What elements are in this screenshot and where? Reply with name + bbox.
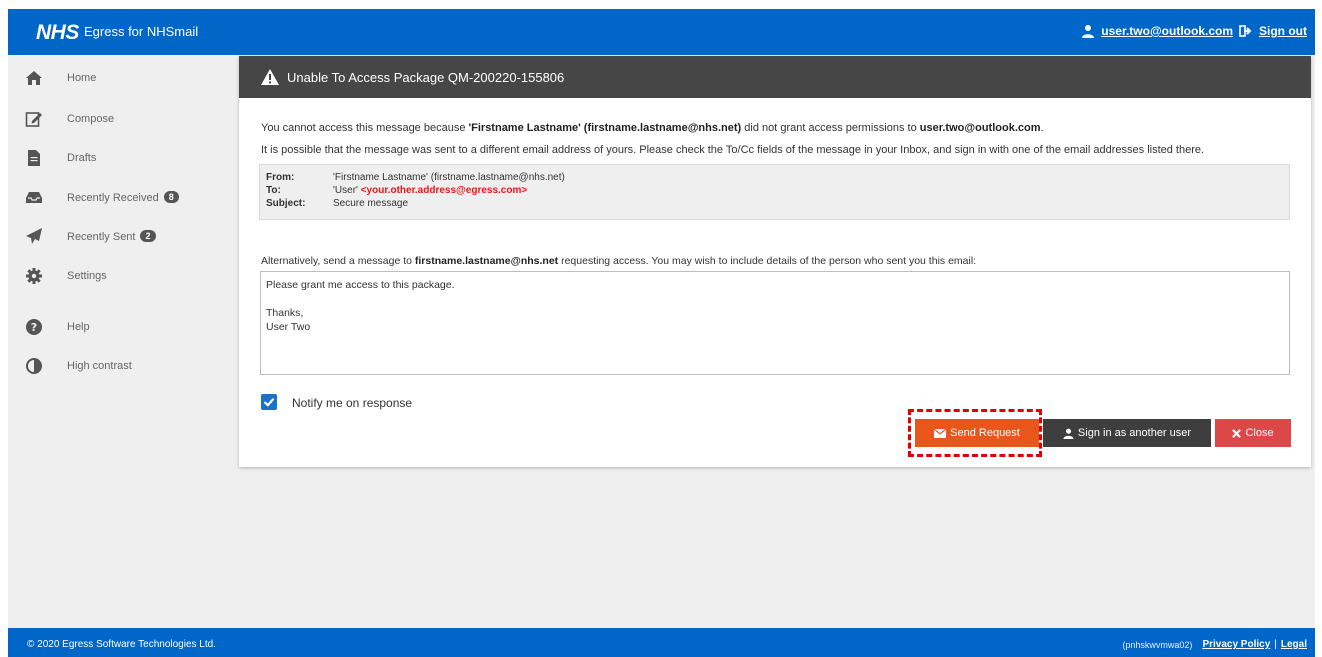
sidebar-item-label: Compose (67, 113, 115, 125)
app-title: Egress for NHSmail (84, 24, 199, 39)
sign-out-link[interactable]: Sign out (1259, 24, 1307, 38)
privacy-policy-link[interactable]: Privacy Policy (1202, 639, 1270, 650)
close-label: Close (1245, 427, 1274, 439)
sidebar-item-recently-sent[interactable]: Recently Sent 2 (8, 223, 240, 249)
sidebar-item-label: Drafts (67, 152, 97, 164)
p3-text: Alternatively, send a message to (261, 255, 415, 267)
checkmark-icon (263, 398, 275, 407)
sign-in-another-user-button[interactable]: Sign in as another user (1043, 419, 1211, 447)
svg-text:?: ? (31, 321, 37, 334)
sidebar-item-high-contrast[interactable]: High contrast (8, 353, 240, 379)
top-bar: NHS Egress for NHSmail user.two@outlook.… (8, 9, 1315, 55)
sidebar-item-label: Settings (67, 270, 107, 282)
sign-out-icon (1239, 25, 1252, 37)
drafts-icon (28, 150, 40, 166)
current-user-email: user.two@outlook.com (919, 122, 1041, 134)
user-email-link[interactable]: user.two@outlook.com (1101, 24, 1233, 38)
inbox-icon (26, 192, 42, 203)
footer: © 2020 Egress Software Technologies Ltd.… (8, 628, 1315, 657)
p1-text-mid: did not grant access permissions to (741, 122, 920, 134)
app-shell: NHS Egress for NHSmail user.two@outlook.… (8, 9, 1315, 657)
close-icon (1232, 428, 1242, 438)
sent-count-badge: 2 (140, 230, 156, 242)
recently-sent-label: Recently Sent (67, 231, 136, 243)
recently-received-label: Recently Received (67, 192, 159, 204)
notify-label[interactable]: Notify me on response (292, 396, 412, 410)
sidebar-item-label: Recently Received 8 (67, 191, 179, 204)
help-icon: ? (26, 319, 42, 335)
envelope-icon (934, 428, 947, 438)
nhs-logo: NHS (36, 21, 79, 44)
from-label: From: (266, 172, 295, 183)
p1-text: You cannot access this message because (261, 122, 469, 134)
message-details: From: 'Firstname Lastname' (firstname.la… (259, 164, 1290, 220)
p1-text-end: . (1040, 122, 1044, 134)
p3-text-post: requesting access. You may wish to inclu… (558, 255, 977, 267)
notify-checkbox[interactable] (261, 394, 277, 410)
sign-in-another-user-label: Sign in as another user (1077, 427, 1192, 439)
access-dialog: Unable To Access Package QM-200220-15580… (239, 56, 1311, 467)
footer-separator: | (1274, 639, 1277, 650)
to-name: 'User' (333, 185, 361, 196)
sidebar-item-label: Home (67, 72, 97, 84)
compose-icon (25, 112, 42, 127)
gear-icon (26, 268, 42, 284)
sidebar-item-help[interactable]: ? Help (8, 314, 240, 340)
to-value: 'User' <your.other.address@egress.com> (333, 185, 527, 196)
contrast-icon (26, 358, 42, 374)
home-icon (26, 71, 42, 85)
send-icon (26, 228, 42, 244)
sidebar-item-label: High contrast (67, 360, 132, 372)
sidebar-item-label: Help (67, 321, 90, 333)
legal-link[interactable]: Legal (1281, 639, 1307, 650)
sidebar-item-recently-received[interactable]: Recently Received 8 (8, 184, 240, 210)
user-area: user.two@outlook.com Sign out (1081, 24, 1307, 38)
alternative-instructions: Alternatively, send a message to firstna… (261, 255, 976, 267)
user-icon (1082, 25, 1095, 38)
to-label: To: (266, 185, 281, 196)
dialog-title: Unable To Access Package QM-200220-15580… (287, 70, 565, 85)
dialog-header: Unable To Access Package QM-200220-15580… (239, 56, 1311, 98)
send-request-label: Send Request (950, 427, 1020, 439)
footer-links: (pnhskwvmwa02) Privacy Policy | Legal (1122, 639, 1307, 650)
sidebar-item-settings[interactable]: Settings (8, 263, 240, 289)
sender-address: firstname.lastname@nhs.net (414, 255, 559, 267)
send-request-button[interactable]: Send Request (915, 419, 1039, 447)
close-button[interactable]: Close (1215, 419, 1291, 447)
host-id: (pnhskwvmwa02) (1122, 639, 1193, 650)
user-icon (1063, 428, 1074, 439)
subject-value: Secure message (333, 198, 409, 209)
sidebar-item-drafts[interactable]: Drafts (8, 145, 240, 171)
from-value: 'Firstname Lastname' (firstname.lastname… (333, 172, 565, 183)
sidebar-item-label: Recently Sent 2 (67, 230, 156, 243)
sender-name: 'Firstname Lastname' (firstname.lastname… (468, 122, 742, 134)
to-address: <your.other.address@egress.com> (360, 185, 528, 196)
sidebar-item-home[interactable]: Home (8, 65, 240, 91)
received-count-badge: 8 (163, 191, 179, 203)
sidebar-item-compose[interactable]: Compose (8, 106, 240, 132)
address-hint: It is possible that the message was sent… (261, 144, 1205, 156)
request-message-textarea[interactable]: Please grant me access to this package. … (260, 271, 1290, 375)
subject-label: Subject: (266, 198, 306, 209)
warning-icon (261, 69, 279, 85)
access-denied-message: You cannot access this message because '… (261, 122, 1044, 134)
copyright: © 2020 Egress Software Technologies Ltd. (27, 639, 216, 650)
